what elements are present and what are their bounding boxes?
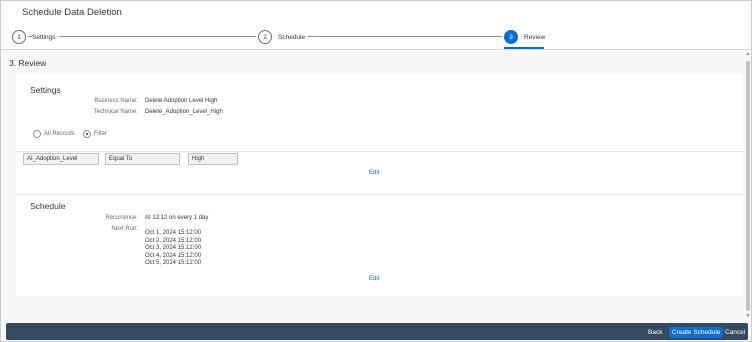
recurrence-value: At 13:12 on every 1 day — [145, 215, 209, 221]
create-schedule-button[interactable]: Create Schedule — [669, 327, 724, 338]
radio-filter[interactable]: Filter — [82, 130, 108, 138]
settings-section-title: Settings — [30, 85, 61, 95]
active-step-indicator — [504, 47, 544, 49]
filter-column-field: AI_Adoption_Level — [23, 153, 99, 165]
radio-button[interactable] — [33, 130, 41, 138]
step-number: 2 — [258, 30, 272, 44]
schedule-dialog: Schedule Data Deletion 1 Settings 2 Sche… — [0, 0, 752, 342]
dialog-header: Schedule Data Deletion 1 Settings 2 Sche… — [1, 1, 751, 50]
business-name-value: Delete Adoption Level High — [145, 98, 218, 104]
recurrence-label: Recurrence: — [105, 215, 138, 221]
next-run-item: Oct 5, 2024 15:12:00 — [145, 260, 202, 267]
filter-value-field: High — [188, 153, 238, 165]
technical-name-label: Technical Name: — [93, 109, 138, 115]
step-label: Review — [524, 33, 546, 41]
back-button[interactable]: Back — [648, 327, 662, 338]
radio-label: Filter — [93, 131, 108, 137]
step-number: 3 — [504, 30, 518, 44]
step-label: Schedule — [278, 33, 309, 41]
wizard-connector-2 — [304, 36, 502, 37]
next-run-list: Oct 1, 2024 15:12:00 Oct 2, 2024 15:12:0… — [145, 230, 201, 268]
page-title: 3. Review — [9, 58, 47, 68]
wizard-step-schedule[interactable]: 2 Schedule — [258, 29, 309, 45]
step-label: Settings — [32, 33, 59, 41]
schedule-edit-link[interactable]: Edit — [369, 276, 379, 282]
radio-all-records[interactable]: All Records — [33, 130, 75, 138]
records-radio-group: All Records Filter — [33, 130, 115, 138]
scroll-thumb[interactable] — [746, 61, 750, 311]
step-number: 1 — [12, 30, 26, 44]
next-run-item: Oct 2, 2024 15:12:00 — [145, 237, 202, 244]
wizard-step-settings[interactable]: 1 Settings — [12, 29, 59, 45]
dialog-footer: Back Create Schedule Cancel — [6, 323, 748, 340]
dialog-title: Schedule Data Deletion — [22, 7, 122, 18]
wizard-step-review[interactable]: 3 Review — [504, 29, 545, 45]
wizard-connector-1 — [28, 36, 256, 37]
cancel-button[interactable]: Cancel — [725, 327, 745, 338]
scroll-down-arrow-icon[interactable]: ▼ — [745, 313, 751, 319]
scroll-up-arrow-icon[interactable]: ▲ — [745, 51, 751, 57]
vertical-scrollbar[interactable]: ▲ ▼ — [745, 51, 751, 321]
business-name-label: Business Name: — [94, 98, 138, 104]
technical-name-value: Delete_Adoption_Level_High — [145, 109, 223, 115]
section-divider — [16, 194, 743, 195]
next-run-item: Oct 1, 2024 15:12:00 — [145, 230, 202, 236]
filter-operator-field: Equal To — [105, 153, 180, 165]
radio-button[interactable] — [82, 130, 91, 138]
settings-edit-link[interactable]: Edit — [369, 170, 379, 176]
next-run-item: Oct 4, 2024 15:12:00 — [145, 252, 202, 259]
next-run-item: Oct 3, 2024 15:12:00 — [145, 245, 202, 252]
schedule-section-title: Schedule — [30, 201, 66, 211]
review-panel: Settings Business Name: Delete Adoption … — [16, 74, 743, 296]
radio-label: All Records — [44, 131, 75, 137]
filter-top-divider — [16, 151, 743, 152]
next-run-label: Next Run: — [111, 226, 138, 232]
